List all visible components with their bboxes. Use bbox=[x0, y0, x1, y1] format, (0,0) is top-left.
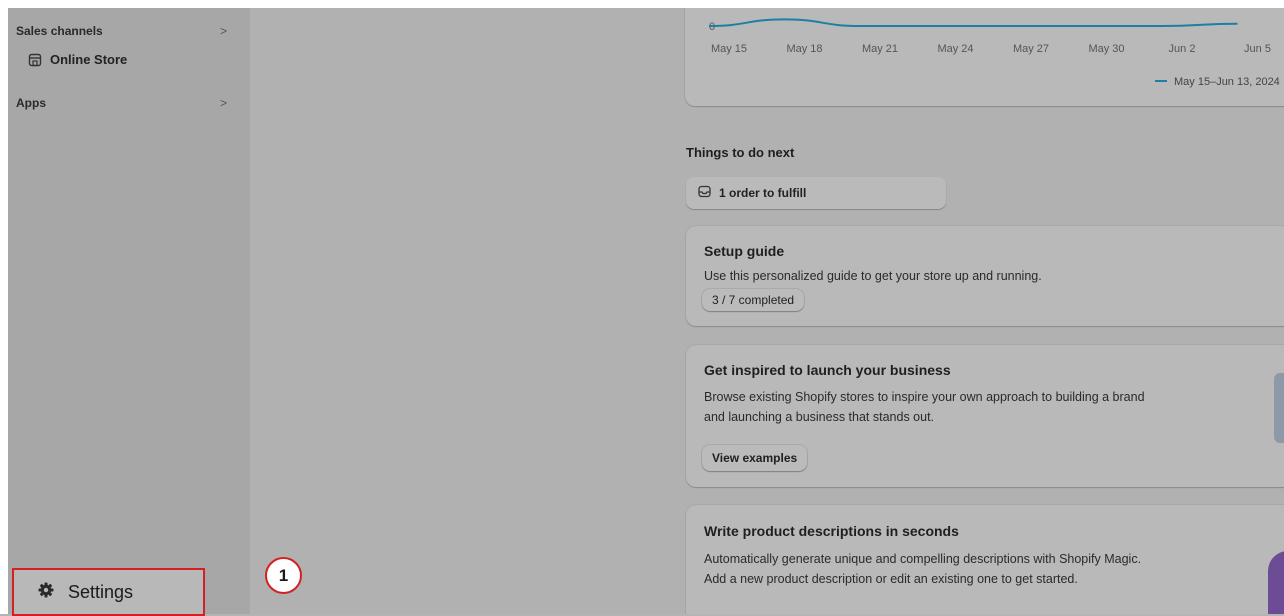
x-tick-label: Jun 5 bbox=[1244, 43, 1271, 55]
get-inspired-text-line2: and launching a business that stands out… bbox=[704, 410, 935, 424]
product-descriptions-text-line2: Add a new product description or edit an… bbox=[704, 572, 1078, 586]
step-callout-badge: 1 bbox=[265, 557, 302, 594]
gear-icon bbox=[38, 582, 54, 603]
sales-channels-chevron-icon[interactable]: > bbox=[220, 24, 227, 38]
window-left-border bbox=[0, 0, 8, 614]
x-tick-label: May 15 bbox=[711, 43, 747, 55]
product-descriptions-text-line1: Automatically generate unique and compel… bbox=[704, 552, 1142, 566]
magic-illustration bbox=[1268, 551, 1284, 614]
x-tick-label: May 24 bbox=[937, 43, 973, 55]
x-tick-label: May 18 bbox=[786, 43, 822, 55]
x-tick-label: May 30 bbox=[1088, 43, 1124, 55]
inspiration-illustration bbox=[1274, 373, 1284, 443]
storefront-icon bbox=[28, 53, 42, 67]
sales-line-chart: 0 May 15 May 18 May 21 May 24 May 27 May 30 Jun… bbox=[708, 18, 1280, 88]
sidebar-item-label: Online Store bbox=[50, 52, 128, 67]
y-tick-label: 0 bbox=[709, 21, 715, 33]
sidebar-item-online-store[interactable]: Online Store bbox=[28, 52, 127, 67]
sidebar: Sales channels > Online Store Apps > Set… bbox=[8, 8, 250, 616]
things-to-do-heading: Things to do next bbox=[686, 145, 795, 160]
sales-chart-card: 0 May 15 May 18 May 21 May 24 May 27 May 30 Jun… bbox=[685, 8, 1284, 106]
setup-guide-card[interactable]: Setup guide Use this personalized guide … bbox=[686, 226, 1284, 326]
window-top-border bbox=[0, 0, 1284, 8]
settings-label: Settings bbox=[68, 581, 134, 602]
get-inspired-title: Get inspired to launch your business bbox=[704, 362, 951, 378]
setup-progress-badge: 3 / 7 completed bbox=[702, 289, 805, 311]
main-content: 1 0 May 15 May 18 May 21 May 24 May 27 May 30 J… bbox=[250, 8, 1284, 614]
series-line bbox=[708, 18, 1238, 28]
x-tick-label: Jun 2 bbox=[1169, 43, 1196, 55]
inbox-icon bbox=[698, 185, 711, 201]
product-descriptions-title: Write product descriptions in seconds bbox=[704, 523, 959, 539]
sales-channels-heading[interactable]: Sales channels bbox=[16, 24, 103, 38]
x-tick-label: May 21 bbox=[862, 43, 898, 55]
get-inspired-card: Get inspired to launch your business Bro… bbox=[686, 345, 1284, 487]
orders-to-fulfill-button[interactable]: 1 order to fulfill bbox=[686, 177, 946, 209]
product-descriptions-card: Write product descriptions in seconds Au… bbox=[686, 505, 1284, 614]
setup-guide-title: Setup guide bbox=[704, 243, 785, 259]
x-tick-label: May 27 bbox=[1013, 43, 1049, 55]
setup-guide-text: Use this personalized guide to get your … bbox=[704, 269, 1042, 283]
get-inspired-text-line1: Browse existing Shopify stores to inspir… bbox=[704, 390, 1145, 404]
sidebar-item-settings[interactable]: Settings bbox=[12, 568, 205, 616]
legend-label: May 15–Jun 13, 2024 bbox=[1174, 76, 1280, 88]
fulfill-label: 1 order to fulfill bbox=[719, 186, 807, 200]
view-examples-button[interactable]: View examples bbox=[702, 445, 808, 471]
apps-chevron-icon[interactable]: > bbox=[220, 96, 227, 110]
apps-heading[interactable]: Apps bbox=[16, 96, 46, 110]
